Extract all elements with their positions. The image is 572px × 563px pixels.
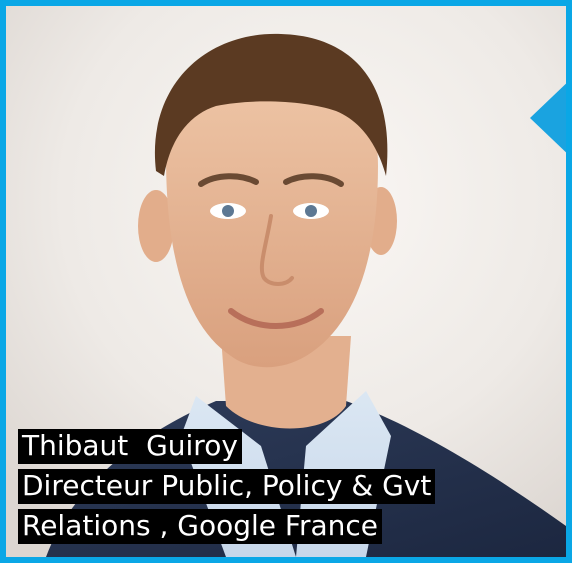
person-title-line-2: Relations , Google France xyxy=(18,509,383,544)
caption-name-line: Thibaut Guiroy xyxy=(18,426,558,466)
person-title-line-1: Directeur Public, Policy & Gvt xyxy=(18,469,436,504)
left-iris xyxy=(222,205,234,217)
right-iris xyxy=(305,205,317,217)
accent-triangle xyxy=(530,76,566,160)
person-name: Thibaut Guiroy xyxy=(18,429,242,464)
image-frame: Thibaut Guiroy Directeur Public, Policy … xyxy=(0,0,572,563)
caption-title-line-2: Relations , Google France xyxy=(18,506,558,546)
caption: Thibaut Guiroy Directeur Public, Policy … xyxy=(18,426,558,546)
caption-title-line-1: Directeur Public, Policy & Gvt xyxy=(18,466,558,506)
